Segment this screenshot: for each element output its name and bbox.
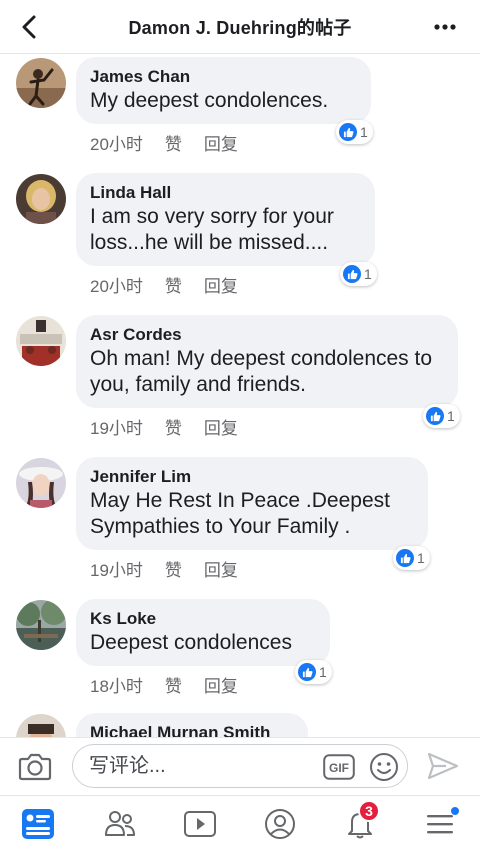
- comment-text: May He Rest In Peace .Deepest Sympathies…: [90, 489, 390, 538]
- like-action[interactable]: 赞: [165, 272, 182, 297]
- reaction-count[interactable]: 1: [393, 546, 430, 570]
- emoji-icon: [370, 753, 398, 781]
- reaction-number: 1: [360, 124, 368, 140]
- gif-label: GIF: [329, 761, 349, 775]
- reply-action[interactable]: 回复: [204, 414, 238, 439]
- send-button[interactable]: [426, 751, 460, 783]
- reaction-number: 1: [364, 266, 372, 282]
- tab-menu[interactable]: [418, 804, 462, 844]
- comment-meta: 19小时 赞 回复: [90, 414, 238, 439]
- comment-bubble[interactable]: Linda Hall I am so very sorry for your l…: [76, 173, 375, 266]
- comment-author[interactable]: James Chan: [90, 66, 357, 88]
- like-thumb-icon: [343, 265, 361, 283]
- emoji-button[interactable]: [369, 752, 399, 782]
- like-thumb-icon: [298, 663, 316, 681]
- like-thumb-icon: [339, 123, 357, 141]
- tab-watch[interactable]: [178, 804, 222, 844]
- comment-meta: 19小时 赞 回复: [90, 556, 238, 581]
- top-bar: Damon J. Duehring的帖子: [0, 0, 480, 54]
- comment-time: 19小时: [90, 561, 143, 580]
- tab-notifications[interactable]: 3: [338, 800, 382, 844]
- watch-icon: [184, 811, 216, 837]
- comment-text: I am so very sorry for your loss...he wi…: [90, 205, 334, 254]
- comment-meta: 20小时 赞 回复: [90, 272, 238, 297]
- reaction-number: 1: [447, 408, 455, 424]
- comment-bubble[interactable]: James Chan My deepest condolences.: [76, 57, 371, 124]
- like-thumb-icon: [426, 407, 444, 425]
- more-dots-icon: [434, 24, 456, 30]
- like-thumb-icon: [396, 549, 414, 567]
- camera-button[interactable]: [18, 751, 52, 783]
- reaction-count[interactable]: 1: [295, 660, 332, 684]
- comment-bubble[interactable]: Michael Murnan Smith: [76, 713, 308, 737]
- comment-bubble[interactable]: Asr Cordes Oh man! My deepest condolence…: [76, 315, 458, 408]
- friends-icon: [105, 811, 135, 836]
- comment-text: Deepest condolences: [90, 631, 292, 654]
- menu-indicator-dot: [450, 806, 460, 816]
- reaction-number: 1: [417, 550, 425, 566]
- camera-icon: [18, 753, 52, 781]
- gif-icon: GIF: [323, 754, 355, 780]
- comment-author[interactable]: Jennifer Lim: [90, 466, 414, 488]
- reaction-number: 1: [319, 664, 327, 680]
- comment-time: 18小时: [90, 677, 143, 696]
- comment-author[interactable]: Ks Loke: [90, 608, 316, 630]
- reply-action[interactable]: 回复: [204, 130, 238, 155]
- comment-meta: 20小时 赞 回复: [90, 130, 238, 155]
- comment-list[interactable]: James Chan My deepest condolences. 1 20小…: [0, 54, 480, 737]
- comment-bubble[interactable]: Ks Loke Deepest condolences: [76, 599, 330, 666]
- back-arrow-icon: [22, 15, 36, 39]
- like-action[interactable]: 赞: [165, 556, 182, 581]
- avatar[interactable]: [16, 600, 66, 650]
- avatar[interactable]: [16, 458, 66, 508]
- avatar[interactable]: [16, 714, 66, 737]
- reaction-count[interactable]: 1: [336, 120, 373, 144]
- like-action[interactable]: 赞: [165, 414, 182, 439]
- reaction-count[interactable]: 1: [423, 404, 460, 428]
- comment-time: 19小时: [90, 419, 143, 438]
- reaction-count[interactable]: 1: [340, 262, 377, 286]
- comment-input[interactable]: [89, 745, 319, 787]
- bottom-tab-bar: 3: [0, 795, 480, 853]
- comment-bubble[interactable]: Jennifer Lim May He Rest In Peace .Deepe…: [76, 457, 428, 550]
- comment-author[interactable]: Linda Hall: [90, 182, 361, 204]
- more-options-button[interactable]: [428, 10, 462, 44]
- news-feed-icon: [22, 809, 54, 839]
- comment-text: My deepest condolences.: [90, 89, 329, 112]
- tab-news-feed[interactable]: [16, 804, 60, 844]
- reply-action[interactable]: 回复: [204, 272, 238, 297]
- reply-action[interactable]: 回复: [204, 556, 238, 581]
- tab-friends[interactable]: [98, 804, 142, 844]
- comment-time: 20小时: [90, 135, 143, 154]
- comment-time: 20小时: [90, 277, 143, 296]
- reply-action[interactable]: 回复: [204, 672, 238, 697]
- avatar[interactable]: [16, 58, 66, 108]
- comment-input-box[interactable]: GIF: [72, 744, 408, 788]
- comment-meta: 18小时 赞 回复: [90, 672, 238, 697]
- comment-composer: GIF: [0, 737, 480, 795]
- send-icon: [427, 752, 459, 780]
- avatar[interactable]: [16, 174, 66, 224]
- notification-badge: 3: [358, 800, 380, 822]
- profile-icon: [265, 809, 295, 839]
- comment-author[interactable]: Michael Murnan Smith: [90, 722, 294, 737]
- back-button[interactable]: [12, 10, 46, 44]
- like-action[interactable]: 赞: [165, 672, 182, 697]
- tab-profile[interactable]: [258, 804, 302, 844]
- gif-button[interactable]: GIF: [323, 754, 355, 780]
- like-action[interactable]: 赞: [165, 130, 182, 155]
- menu-icon: [427, 815, 453, 834]
- avatar[interactable]: [16, 316, 66, 366]
- comment-author[interactable]: Asr Cordes: [90, 324, 444, 346]
- comment-text: Oh man! My deepest condolences to you, f…: [90, 347, 433, 396]
- page-title: Damon J. Duehring的帖子: [128, 18, 352, 38]
